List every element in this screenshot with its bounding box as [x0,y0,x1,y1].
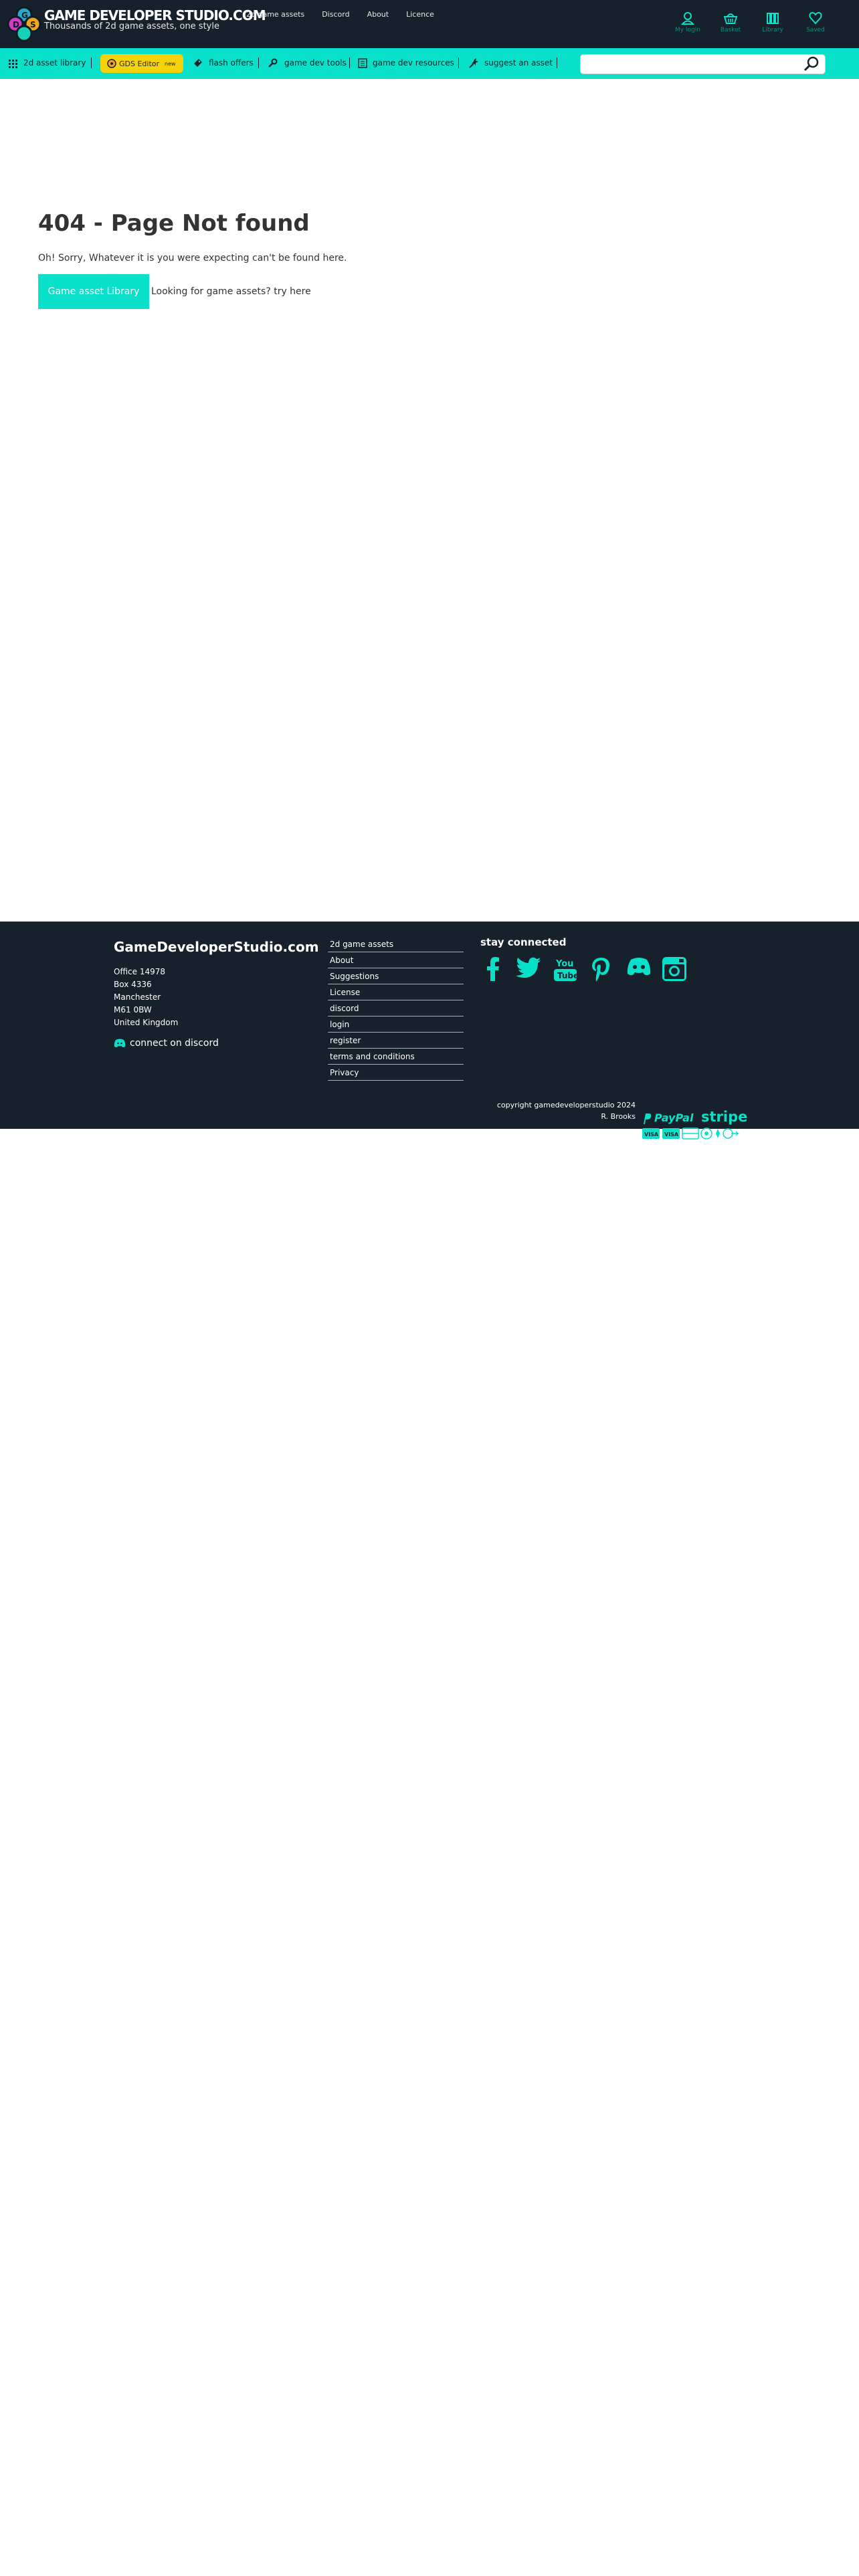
divider [349,58,350,68]
search-box [580,54,826,74]
top-header: G S D GAME DEVELOPER STUDIO.COM Thousand… [0,0,859,48]
pinterest-icon[interactable] [591,957,611,982]
address-line: Manchester [114,992,161,1002]
suggest-icon [469,58,478,68]
resources-icon [358,58,367,68]
discord-icon[interactable] [626,957,652,977]
game-asset-library-button[interactable]: Game asset Library [38,274,149,309]
footer-link-register[interactable]: register [328,1033,464,1049]
twitter-icon[interactable] [516,957,541,980]
heart-icon [809,11,822,25]
nav-about[interactable]: About [367,10,389,19]
editor-badge-icon [107,59,116,68]
footer-link-2d-game-assets[interactable]: 2d game assets [328,936,464,952]
footer-title: GameDeveloperStudio.com [114,939,319,955]
gds-editor-label: GDS Editor [119,60,160,68]
divider [258,58,259,68]
footer-link-license[interactable]: License [328,984,464,1000]
svg-text:Tube: Tube [557,971,577,980]
grid-icon [9,60,17,68]
basket-label: Basket [720,27,741,33]
library-icon [767,13,779,24]
discord-icon [114,1039,126,1047]
basket-button[interactable]: Basket [710,11,751,33]
copyright: copyright gamedeveloperstudio 2024 R. Br… [468,1099,636,1122]
instagram-icon[interactable] [662,957,686,981]
svg-text:VISA: VISA [644,1132,659,1138]
address-line: Box 4336 [114,980,152,989]
svg-text:G: G [21,11,28,20]
suggest-asset-link[interactable]: suggest an asset [484,58,553,68]
saved-button[interactable]: Saved [795,11,836,33]
payment-cards-icon: VISA VISA [642,1128,739,1140]
search-icon[interactable] [803,56,820,72]
address-line: United Kingdom [114,1018,179,1027]
paypal-logo-icon [644,1113,652,1124]
footer-links: 2d game assets About Suggestions License… [328,936,464,1081]
search-input[interactable] [585,58,795,72]
footer-address: Office 14978 Box 4336 Manchester M61 0BW… [114,966,178,1029]
connect-discord-link[interactable]: connect on discord [114,1038,219,1049]
footer-link-login[interactable]: login [328,1016,464,1033]
flash-offers-link[interactable]: flash offers [209,58,254,68]
paypal-label: PayPal [654,1111,694,1124]
footer-link-privacy[interactable]: Privacy [328,1065,464,1081]
my-login-label: My login [675,27,700,33]
stripe-label: stripe [701,1109,748,1125]
divider [458,58,459,68]
gds-editor-button[interactable]: GDS Editor new [100,54,183,73]
connect-discord-label: connect on discord [130,1038,219,1049]
error-message: Oh! Sorry, Whatever it is you were expec… [38,253,347,263]
flash-offers-icon [194,59,202,67]
footer-link-about[interactable]: About [328,952,464,968]
footer-link-discord[interactable]: discord [328,1000,464,1016]
page-title: 404 - Page Not found [38,210,310,237]
nav-discord[interactable]: Discord [322,10,349,19]
my-login-button[interactable]: My login [668,11,708,33]
library-button[interactable]: Library [753,11,793,33]
library-hint: Looking for game assets? try here [151,286,311,297]
asset-library-link[interactable]: 2d asset library [23,58,86,68]
svg-text:You: You [555,959,573,969]
svg-text:VISA: VISA [664,1132,679,1138]
new-badge: new [165,61,176,67]
brand-tagline: Thousands of 2d game assets, one style [44,21,219,31]
nav-2d-game-assets[interactable]: 2d game assets [246,10,304,19]
nav-licence[interactable]: Licence [406,10,434,19]
svg-text:S: S [30,20,36,29]
divider [91,58,92,68]
game-dev-resources-link[interactable]: game dev resources [373,58,454,68]
facebook-icon[interactable] [486,957,500,981]
footer-link-suggestions[interactable]: Suggestions [328,968,464,984]
copyright-line: copyright gamedeveloperstudio 2024 [496,1101,636,1109]
saved-label: Saved [806,27,825,33]
copyright-owner: R. Brooks [601,1112,636,1121]
address-line: M61 0BW [114,1005,152,1014]
address-line: Office 14978 [114,967,166,976]
footer: GameDeveloperStudio.com Office 14978 Box… [0,922,859,1140]
youtube-icon[interactable]: You Tube [554,957,577,982]
wrench-icon [268,58,278,68]
top-nav: 2d game assets Discord About Licence [246,10,452,19]
site-logo-icon[interactable]: G S D [7,5,41,43]
game-dev-tools-link[interactable]: game dev tools [284,58,347,68]
user-icon [680,12,695,25]
svg-text:D: D [13,20,19,29]
footer-link-terms[interactable]: terms and conditions [328,1049,464,1065]
stay-connected-heading: stay connected [480,936,567,948]
basket-icon [723,13,738,24]
library-label: Library [762,27,783,33]
